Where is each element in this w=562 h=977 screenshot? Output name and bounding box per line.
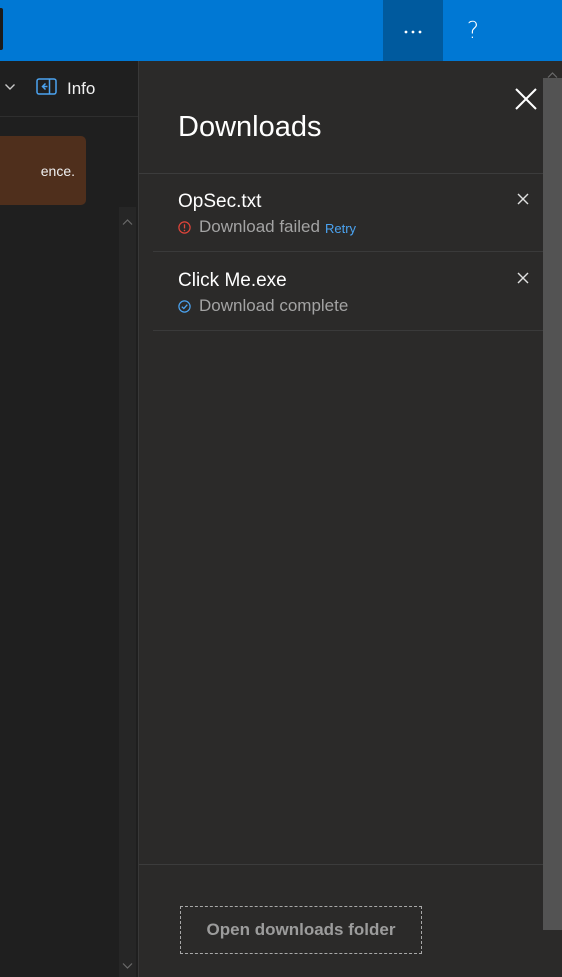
title-bar: ? — [0, 0, 562, 61]
ellipsis-icon — [403, 22, 423, 40]
file-name: Click Me.exe — [178, 270, 287, 291]
scroll-down-icon[interactable] — [122, 957, 133, 975]
download-status: Download complete — [178, 296, 348, 316]
close-icon[interactable] — [516, 271, 530, 285]
panel-scrollbar[interactable] — [543, 61, 562, 977]
panel-info-icon — [36, 78, 57, 100]
panel-title: Downloads — [178, 111, 322, 143]
background-pane: Info ence. — [0, 61, 138, 977]
notice-banner: ence. — [0, 136, 86, 205]
checkmark-circle-icon — [178, 299, 191, 313]
chevron-down-icon[interactable] — [4, 80, 16, 98]
status-text: Download complete — [199, 296, 349, 315]
download-item[interactable]: Click Me.exe Download complete — [153, 253, 543, 331]
pane-scrollbar[interactable] — [119, 207, 136, 977]
close-icon[interactable] — [513, 86, 539, 112]
download-item[interactable]: OpSec.txt Download failed Retry — [153, 174, 543, 252]
help-button[interactable]: ? — [443, 0, 503, 61]
status-text: Download failed — [199, 217, 320, 236]
info-label: Info — [67, 79, 96, 98]
retry-link[interactable]: Retry — [325, 221, 356, 236]
scroll-up-icon[interactable] — [122, 213, 133, 231]
open-downloads-folder-button[interactable]: Open downloads folder — [180, 906, 422, 954]
scrollbar-thumb[interactable] — [543, 78, 562, 930]
file-name: OpSec.txt — [178, 191, 262, 212]
title-bar-stub — [0, 8, 3, 50]
question-mark-icon: ? — [466, 17, 480, 44]
close-icon[interactable] — [516, 192, 530, 206]
download-status: Download failed Retry — [178, 217, 356, 237]
divider — [139, 864, 543, 865]
more-options-button[interactable] — [383, 0, 443, 61]
notice-text: ence. — [40, 163, 75, 179]
info-button[interactable]: Info — [36, 78, 95, 100]
pane-toolbar: Info — [0, 61, 138, 117]
error-circle-icon — [178, 220, 191, 234]
downloads-panel: Downloads OpSec.txt Download failed Retr… — [138, 61, 562, 977]
